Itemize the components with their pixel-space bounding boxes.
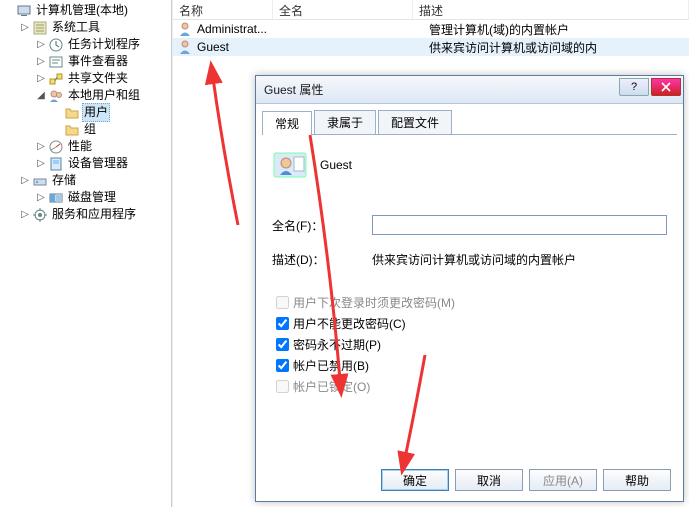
close-window-button[interactable] <box>651 78 681 96</box>
fullname-input[interactable] <box>372 215 667 235</box>
tree-item[interactable]: ▷ 性能 <box>2 138 171 155</box>
tree-item[interactable]: 用户 <box>2 104 171 121</box>
tree-item-label: 磁盘管理 <box>66 189 118 206</box>
checkbox-label: 帐户已锁定(O) <box>293 378 370 395</box>
tree-item-label: 设备管理器 <box>66 155 130 172</box>
nav-tree: 计算机管理(本地) ▷系统工具▷任务计划程序▷事件查看器▷共享文件夹◢本地用户和… <box>0 0 172 507</box>
tab-1[interactable]: 隶属于 <box>314 110 376 134</box>
tree-item-label: 系统工具 <box>50 19 102 36</box>
row-name: Administrat... <box>197 22 289 36</box>
help-window-button[interactable]: ? <box>619 78 649 96</box>
checkbox-row: 帐户已锁定(O) <box>272 376 667 396</box>
checkbox[interactable] <box>276 317 289 330</box>
expand-toggle-icon[interactable]: ▷ <box>34 53 48 70</box>
properties-dialog: Guest 属性 ? 常规隶属于配置文件 Guest 全名(F)： 描述(D)：… <box>255 75 684 502</box>
cancel-button[interactable]: 取消 <box>455 469 523 491</box>
checkbox-label: 密码永不过期(P) <box>293 336 381 353</box>
list-row[interactable]: Administrat... 管理计算机(域)的内置帐户 <box>173 20 689 38</box>
col-description[interactable]: 描述 <box>413 0 689 19</box>
apply-button[interactable]: 应用(A) <box>529 469 597 491</box>
share-icon <box>48 71 64 87</box>
tree-item-label: 事件查看器 <box>66 53 130 70</box>
tab-2[interactable]: 配置文件 <box>378 110 452 134</box>
checkbox[interactable] <box>276 338 289 351</box>
user-icon <box>177 39 193 55</box>
expand-toggle-icon[interactable]: ▷ <box>34 36 48 53</box>
col-name[interactable]: 名称 <box>173 0 273 19</box>
row-name: Guest <box>197 40 289 54</box>
tree-item-label: 本地用户和组 <box>66 87 142 104</box>
checkbox[interactable] <box>276 380 289 393</box>
tree-item[interactable]: ◢ 本地用户和组 <box>2 87 171 104</box>
tree-item-label: 任务计划程序 <box>66 36 142 53</box>
expand-toggle-icon[interactable]: ◢ <box>34 87 48 104</box>
tree-item[interactable]: ▷ 磁盘管理 <box>2 189 171 206</box>
clock-icon <box>48 37 64 53</box>
storage-icon <box>32 173 48 189</box>
folder-icon <box>64 105 80 121</box>
help-button[interactable]: 帮助 <box>603 469 671 491</box>
event-icon <box>48 54 64 70</box>
description-label: 描述(D)： <box>272 251 372 268</box>
users-icon <box>48 88 64 104</box>
ok-button[interactable]: 确定 <box>381 469 449 491</box>
column-headers: 名称 全名 描述 <box>173 0 689 20</box>
tree-item[interactable]: ▷ 共享文件夹 <box>2 70 171 87</box>
disk-icon <box>48 190 64 206</box>
perf-icon <box>48 139 64 155</box>
dialog-body: Guest 全名(F)： 描述(D)： 供来宾访问计算机或访问域的内置帐户 用户… <box>256 135 683 396</box>
checkbox-label: 用户不能更改密码(C) <box>293 315 406 332</box>
fullname-label: 全名(F)： <box>272 217 372 234</box>
tree-item[interactable]: ▷ 系统工具 <box>2 19 171 36</box>
tree-item[interactable]: ▷ 存储 <box>2 172 171 189</box>
expand-toggle-icon[interactable]: ▷ <box>34 155 48 172</box>
checkbox[interactable] <box>276 296 289 309</box>
tree-item[interactable]: 组 <box>2 121 171 138</box>
folder-icon <box>64 122 80 138</box>
expand-toggle-icon[interactable]: ▷ <box>18 172 32 189</box>
user-avatar-icon <box>272 147 308 183</box>
tab-0[interactable]: 常规 <box>262 111 312 135</box>
list-row[interactable]: Guest 供来宾访问计算机或访问域的内 <box>173 38 689 56</box>
row-description: 管理计算机(域)的内置帐户 <box>429 21 689 38</box>
tree-item-label: 存储 <box>50 172 78 189</box>
tree-item-label: 共享文件夹 <box>66 70 130 87</box>
services-icon <box>32 207 48 223</box>
expand-toggle-icon[interactable]: ▷ <box>34 70 48 87</box>
tree-item[interactable]: ▷ 服务和应用程序 <box>2 206 171 223</box>
expand-toggle-icon[interactable]: ▷ <box>34 189 48 206</box>
checkbox-row: 密码永不过期(P) <box>272 334 667 354</box>
device-icon <box>48 156 64 172</box>
tree-item-label: 服务和应用程序 <box>50 206 138 223</box>
tree-item[interactable]: ▷ 事件查看器 <box>2 53 171 70</box>
tree-item-label: 组 <box>82 121 98 138</box>
dialog-tabs: 常规隶属于配置文件 <box>262 110 677 135</box>
tree-item-label: 性能 <box>66 138 94 155</box>
dialog-username: Guest <box>320 158 352 172</box>
computer-icon <box>16 3 32 19</box>
tree-item[interactable]: ▷ 任务计划程序 <box>2 36 171 53</box>
dialog-titlebar[interactable]: Guest 属性 ? <box>256 76 683 104</box>
checkbox-label: 帐户已禁用(B) <box>293 357 369 374</box>
tools-icon <box>32 20 48 36</box>
description-value: 供来宾访问计算机或访问域的内置帐户 <box>372 251 667 268</box>
user-icon <box>177 21 193 37</box>
expand-toggle-icon[interactable]: ▷ <box>34 138 48 155</box>
checkbox-row: 帐户已禁用(B) <box>272 355 667 375</box>
checkbox-row: 用户下次登录时须更改密码(M) <box>272 292 667 312</box>
expand-toggle-icon[interactable]: ▷ <box>18 206 32 223</box>
expand-toggle-icon[interactable]: ▷ <box>18 19 32 36</box>
tree-item-label: 用户 <box>82 103 110 122</box>
tree-root[interactable]: 计算机管理(本地) <box>2 2 171 19</box>
checkbox-row: 用户不能更改密码(C) <box>272 313 667 333</box>
dialog-title: Guest 属性 <box>264 81 619 98</box>
tree-item[interactable]: ▷ 设备管理器 <box>2 155 171 172</box>
col-fullname[interactable]: 全名 <box>273 0 413 19</box>
checkbox[interactable] <box>276 359 289 372</box>
checkbox-label: 用户下次登录时须更改密码(M) <box>293 294 455 311</box>
row-description: 供来宾访问计算机或访问域的内 <box>429 39 689 56</box>
tree-root-label: 计算机管理(本地) <box>34 2 130 19</box>
